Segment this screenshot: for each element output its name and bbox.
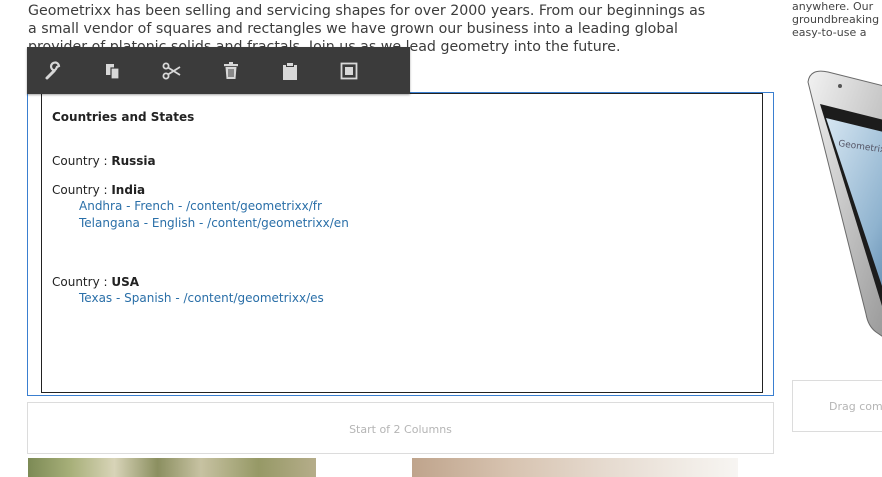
country-label: Country : <box>52 183 112 197</box>
configure-button[interactable] <box>34 51 74 91</box>
phone-image: Geometrixx <box>807 70 882 337</box>
countries-states-component[interactable]: Countries and States Country : Russia Co… <box>41 93 763 393</box>
country-name: India <box>111 183 146 197</box>
paste-button[interactable] <box>270 51 310 91</box>
right-column: anywhere. Our groundbreaking easy-to-use… <box>792 0 882 477</box>
country-block: Country : India Andhra - French - /conte… <box>52 183 762 232</box>
country-name: USA <box>111 275 140 289</box>
cut-icon <box>162 62 181 79</box>
country-block: Country : USA Texas - Spanish - /content… <box>52 275 762 307</box>
right-column-text: anywhere. Our groundbreaking easy-to-use… <box>792 0 882 39</box>
wrench-icon <box>45 61 61 79</box>
intro-line: a small vendor of squares and rectangles… <box>28 21 678 37</box>
delete-button[interactable] <box>211 51 251 91</box>
state-link[interactable]: Andhra - French - /content/geometrixx/fr <box>52 198 762 215</box>
component-toolbar <box>27 47 410 94</box>
right-text-line: easy-to-use a <box>792 26 867 39</box>
photo-right <box>412 458 738 477</box>
drag-components-placeholder[interactable]: Drag components here <box>792 380 882 432</box>
right-text-line: groundbreaking <box>792 13 880 26</box>
component-title: Countries and States <box>52 110 195 124</box>
country-label: Country : <box>52 154 112 168</box>
intro-line: Geometrixx has been selling and servicin… <box>28 3 706 19</box>
state-link[interactable]: Telangana - English - /content/geometrix… <box>52 215 762 232</box>
delete-icon <box>224 61 238 79</box>
right-text-line: anywhere. Our <box>792 0 874 13</box>
copy-button[interactable] <box>93 51 133 91</box>
insert-icon <box>340 62 358 79</box>
country-name: Russia <box>111 154 156 168</box>
country-label: Country : <box>52 275 112 289</box>
insert-button[interactable] <box>329 51 369 91</box>
columns-placeholder[interactable]: Start of 2 Columns <box>27 402 774 454</box>
editable-component-frame[interactable]: Countries and States Country : Russia Co… <box>27 92 774 396</box>
country-block: Country : Russia <box>52 154 762 169</box>
state-link[interactable]: Texas - Spanish - /content/geometrixx/es <box>52 290 762 307</box>
copy-icon <box>106 63 120 80</box>
cut-button[interactable] <box>152 51 192 91</box>
photo-left <box>28 458 316 477</box>
paste-icon <box>283 61 297 80</box>
